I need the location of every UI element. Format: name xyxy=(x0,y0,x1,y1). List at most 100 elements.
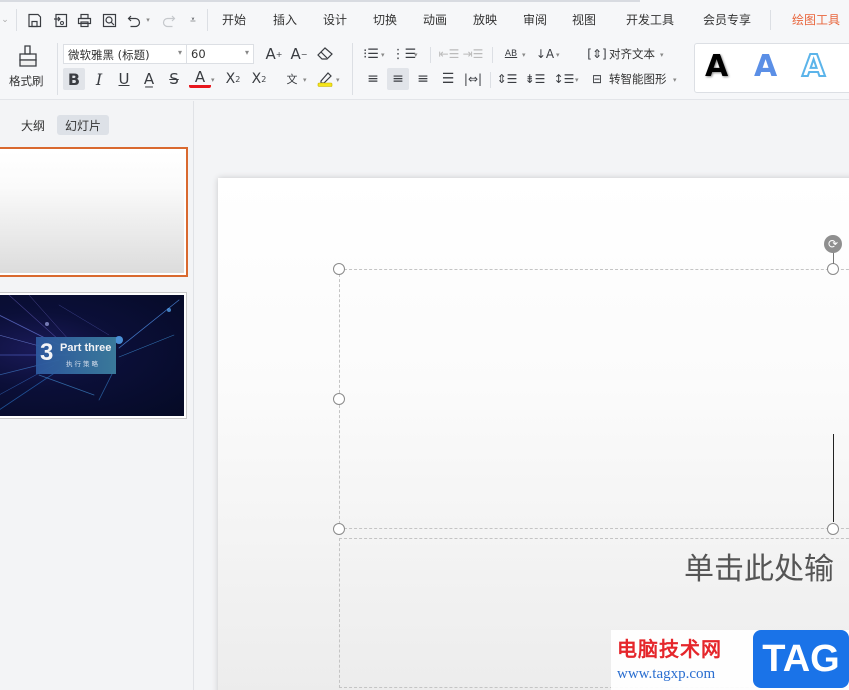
chevron-down-icon[interactable]: ⌄ xyxy=(0,10,10,30)
tab-slideshow[interactable]: 放映 xyxy=(473,11,497,28)
title-placeholder[interactable] xyxy=(339,269,849,529)
tab-member-exclusive[interactable]: 会员专享 xyxy=(703,11,751,28)
font-color-icon[interactable]: A xyxy=(189,68,211,88)
decrease-indent-icon[interactable]: ⇤☰ xyxy=(438,43,460,65)
align-right-icon[interactable]: ≡ xyxy=(412,68,434,90)
section-number: 3 xyxy=(40,339,54,366)
increase-indent-icon[interactable]: ⇥☰ xyxy=(462,43,484,65)
underline-icon[interactable]: U xyxy=(113,68,135,90)
italic-icon[interactable]: I xyxy=(88,68,110,90)
tab-drawing-tools[interactable]: 绘图工具 xyxy=(792,11,840,28)
tab-slides[interactable]: 幻灯片 xyxy=(57,115,110,135)
font-size-select[interactable]: 60 ▾ xyxy=(186,44,254,64)
align-left-icon[interactable]: ≡ xyxy=(362,68,384,90)
wordart-gallery: A A A xyxy=(694,43,849,93)
print-preview-icon[interactable] xyxy=(99,10,119,30)
highlight-color-icon[interactable] xyxy=(314,68,336,90)
line-spacing-icon[interactable]: ⇕☰ xyxy=(496,68,518,90)
chevron-down-icon[interactable]: ▾ xyxy=(660,51,664,59)
align-text-label[interactable]: 对齐文本 xyxy=(609,46,655,62)
resize-handle[interactable] xyxy=(827,523,839,535)
text-direction-icon[interactable]: AB xyxy=(500,43,522,65)
tab-view[interactable]: 视图 xyxy=(572,11,596,28)
line-spacing-options-icon[interactable]: ↕☰ xyxy=(553,68,575,90)
rotate-icon[interactable]: ⟳ xyxy=(824,235,842,253)
format-painter-icon[interactable] xyxy=(16,44,40,70)
align-text-icon[interactable]: [⇕] xyxy=(586,43,608,65)
current-slide[interactable]: 单击此处输 ⟳ xyxy=(218,178,849,690)
tab-review[interactable]: 审阅 xyxy=(523,11,547,28)
decrease-font-size-icon[interactable]: A − xyxy=(288,43,310,65)
sort-icon[interactable]: ↓A xyxy=(534,43,556,65)
resize-handle[interactable] xyxy=(827,263,839,275)
resize-handle[interactable] xyxy=(333,523,345,535)
slide-thumbnail-preview: 3 Part three 执行策略 xyxy=(0,295,184,416)
slide-thumbnail-1[interactable] xyxy=(0,147,188,277)
font-family-select[interactable]: 微软雅黑 (标题) ▾ xyxy=(63,44,187,64)
chevron-down-icon[interactable]: ▾ xyxy=(673,76,677,84)
clear-formatting-icon[interactable] xyxy=(314,43,336,65)
slide-thumbnail-2[interactable]: 3 Part three 执行策略 xyxy=(0,292,187,419)
phonetic-guide-icon[interactable]: 文 xyxy=(281,68,303,90)
superscript-icon[interactable]: X2 xyxy=(222,68,244,90)
paragraph-spacing-icon[interactable]: ⇟☰ xyxy=(524,68,546,90)
numbered-list-icon[interactable]: ⋮☰ xyxy=(392,43,417,65)
tab-design[interactable]: 设计 xyxy=(323,11,347,28)
export-icon[interactable] xyxy=(50,10,70,30)
resize-handle[interactable] xyxy=(333,263,345,275)
undo-dropdown-icon[interactable]: ▾ xyxy=(144,10,152,30)
resize-handle[interactable] xyxy=(333,393,345,405)
print-icon[interactable] xyxy=(74,10,94,30)
chevron-down-icon: ▾ xyxy=(244,48,249,57)
align-center-icon[interactable]: ≡ xyxy=(387,68,409,90)
wordart-style-black[interactable]: A xyxy=(705,50,728,84)
bold-icon[interactable]: B xyxy=(63,68,85,90)
subtitle-placeholder-text[interactable]: 单击此处输 xyxy=(684,544,834,588)
tab-transitions[interactable]: 切换 xyxy=(373,11,397,28)
rotation-handle-stem xyxy=(833,252,834,264)
customize-toolbar-icon[interactable]: ⩡ xyxy=(186,10,200,30)
text-shadow-icon[interactable]: A̲ xyxy=(138,68,160,90)
title-bar-edge xyxy=(0,0,640,2)
divider xyxy=(16,9,17,31)
subscript-icon[interactable]: X2 xyxy=(248,68,270,90)
tab-insert[interactable]: 插入 xyxy=(273,11,297,28)
divider xyxy=(57,43,58,95)
wordart-style-outline[interactable]: A xyxy=(801,49,826,85)
format-painter-label[interactable]: 格式刷 xyxy=(9,73,44,89)
chevron-down-icon[interactable]: ▾ xyxy=(556,51,560,59)
text-cursor xyxy=(833,434,834,522)
strikethrough-icon[interactable]: S xyxy=(163,68,185,90)
chevron-down-icon[interactable]: ▾ xyxy=(336,76,340,84)
tab-home[interactable]: 开始 xyxy=(222,11,246,28)
chevron-down-icon[interactable]: ▾ xyxy=(303,76,307,84)
justify-icon[interactable]: ☰ xyxy=(437,68,459,90)
tab-developer-tools[interactable]: 开发工具 xyxy=(626,11,674,28)
chevron-down-icon[interactable]: ▾ xyxy=(575,76,579,84)
tab-animations[interactable]: 动画 xyxy=(423,11,447,28)
chevron-down-icon[interactable]: ▾ xyxy=(381,51,385,59)
section-title: Part three xyxy=(60,342,112,354)
increase-font-size-icon[interactable]: A + xyxy=(263,43,285,65)
watermark-site-name: 电脑技术网 xyxy=(617,637,722,661)
divider xyxy=(490,72,491,88)
bullet-list-icon[interactable]: ⁝☰ xyxy=(360,43,382,65)
menu-bar: ⌄ ▾ ⩡ 开始 插入 设计 切换 动画 放映 审阅 视图 开发工具 会员专享 … xyxy=(0,0,849,40)
chevron-down-icon[interactable]: ▾ xyxy=(211,76,215,84)
chevron-down-icon[interactable]: ▾ xyxy=(414,51,418,59)
font-size-value: 60 xyxy=(191,47,206,61)
watermark-url: www.tagxp.com xyxy=(617,666,716,682)
save-icon[interactable] xyxy=(24,10,44,30)
distribute-icon[interactable]: |⇔| xyxy=(462,68,484,90)
chevron-down-icon: ▾ xyxy=(177,48,182,57)
chevron-down-icon[interactable]: ▾ xyxy=(522,51,526,59)
smartart-icon[interactable]: ⊟ xyxy=(586,68,608,90)
wordart-style-blue[interactable]: A xyxy=(754,50,777,84)
divider xyxy=(430,47,431,63)
divider xyxy=(207,9,208,31)
undo-icon[interactable] xyxy=(125,10,143,30)
wps-presentation-window: ⌄ ▾ ⩡ 开始 插入 设计 切换 动画 放映 审阅 视图 开发工具 会员专享 … xyxy=(0,0,849,690)
redo-icon[interactable] xyxy=(159,10,177,30)
tab-outline[interactable]: 大纲 xyxy=(13,115,53,135)
convert-smartart-label[interactable]: 转智能图形 xyxy=(609,71,667,87)
